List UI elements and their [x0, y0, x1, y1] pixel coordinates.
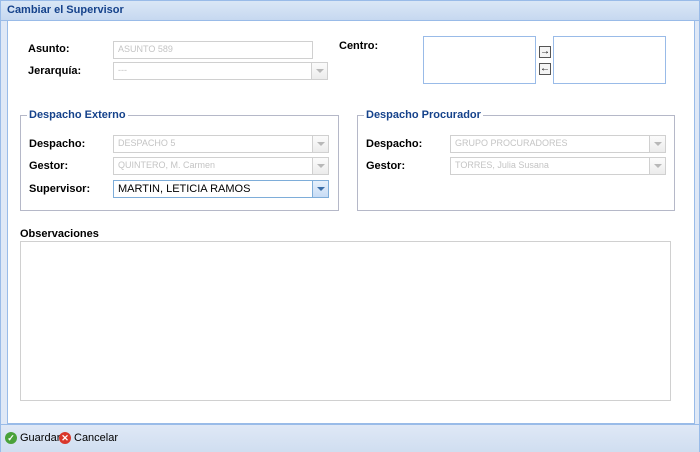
despacho-procurador-legend: Despacho Procurador: [366, 109, 481, 121]
check-circle-icon: ✓: [5, 432, 17, 444]
supervisor-select[interactable]: MARTIN, LETICIA RAMOS: [113, 180, 329, 198]
procurador-gestor-label: Gestor:: [366, 160, 406, 172]
chevron-down-icon[interactable]: [312, 181, 328, 197]
chevron-down-icon[interactable]: [312, 158, 328, 174]
asunto-field[interactable]: ASUNTO 589: [113, 41, 313, 59]
jerarquia-label: Jerarquía:: [28, 65, 82, 77]
arrow-left-icon[interactable]: ←: [539, 63, 551, 75]
externo-gestor-value: QUINTERO, M. Carmen: [118, 160, 216, 170]
save-button[interactable]: ✓ Guardar: [5, 431, 60, 445]
arrow-right-icon[interactable]: →: [539, 46, 551, 58]
form-body: Asunto: ASUNTO 589 Jerarquía: --- Centro…: [7, 21, 695, 424]
externo-gestor-label: Gestor:: [29, 160, 69, 172]
supervisor-label: Supervisor:: [29, 183, 91, 195]
button-bar: ✓ Guardar ✕ Cancelar: [1, 424, 699, 452]
cancel-button[interactable]: ✕ Cancelar: [59, 431, 118, 445]
observaciones-label: Observaciones: [20, 228, 99, 240]
externo-despacho-value: DESPACHO 5: [118, 138, 176, 148]
procurador-gestor-value: TORRES, Julia Susana: [455, 160, 549, 170]
despacho-externo-legend: Despacho Externo: [29, 109, 126, 121]
jerarquia-select[interactable]: ---: [113, 62, 328, 80]
chevron-down-icon[interactable]: [312, 136, 328, 152]
asunto-label: Asunto:: [28, 43, 70, 55]
cancel-circle-icon: ✕: [59, 432, 71, 444]
chevron-down-icon[interactable]: [649, 136, 665, 152]
externo-despacho-select[interactable]: DESPACHO 5: [113, 135, 329, 153]
chevron-down-icon[interactable]: [311, 63, 327, 79]
save-button-label: Guardar: [20, 432, 61, 444]
asunto-value: ASUNTO 589: [118, 44, 173, 54]
dialog-window: Cambiar el Supervisor Asunto: ASUNTO 589…: [0, 0, 700, 452]
procurador-despacho-label: Despacho:: [366, 138, 423, 150]
cancel-button-label: Cancelar: [74, 432, 119, 444]
procurador-despacho-select[interactable]: GRUPO PROCURADORES: [450, 135, 666, 153]
supervisor-value: MARTIN, LETICIA RAMOS: [118, 183, 251, 195]
title-bar[interactable]: Cambiar el Supervisor: [1, 1, 699, 21]
centro-label: Centro:: [339, 40, 379, 52]
window-title: Cambiar el Supervisor: [7, 4, 124, 16]
procurador-despacho-value: GRUPO PROCURADORES: [455, 138, 568, 148]
centro-available-list[interactable]: [423, 36, 536, 84]
procurador-gestor-select[interactable]: TORRES, Julia Susana: [450, 157, 666, 175]
chevron-down-icon[interactable]: [649, 158, 665, 174]
centro-selected-list[interactable]: [553, 36, 666, 84]
jerarquia-value: ---: [118, 65, 127, 75]
externo-despacho-label: Despacho:: [29, 138, 86, 150]
externo-gestor-select[interactable]: QUINTERO, M. Carmen: [113, 157, 329, 175]
observaciones-textarea[interactable]: [20, 241, 671, 401]
